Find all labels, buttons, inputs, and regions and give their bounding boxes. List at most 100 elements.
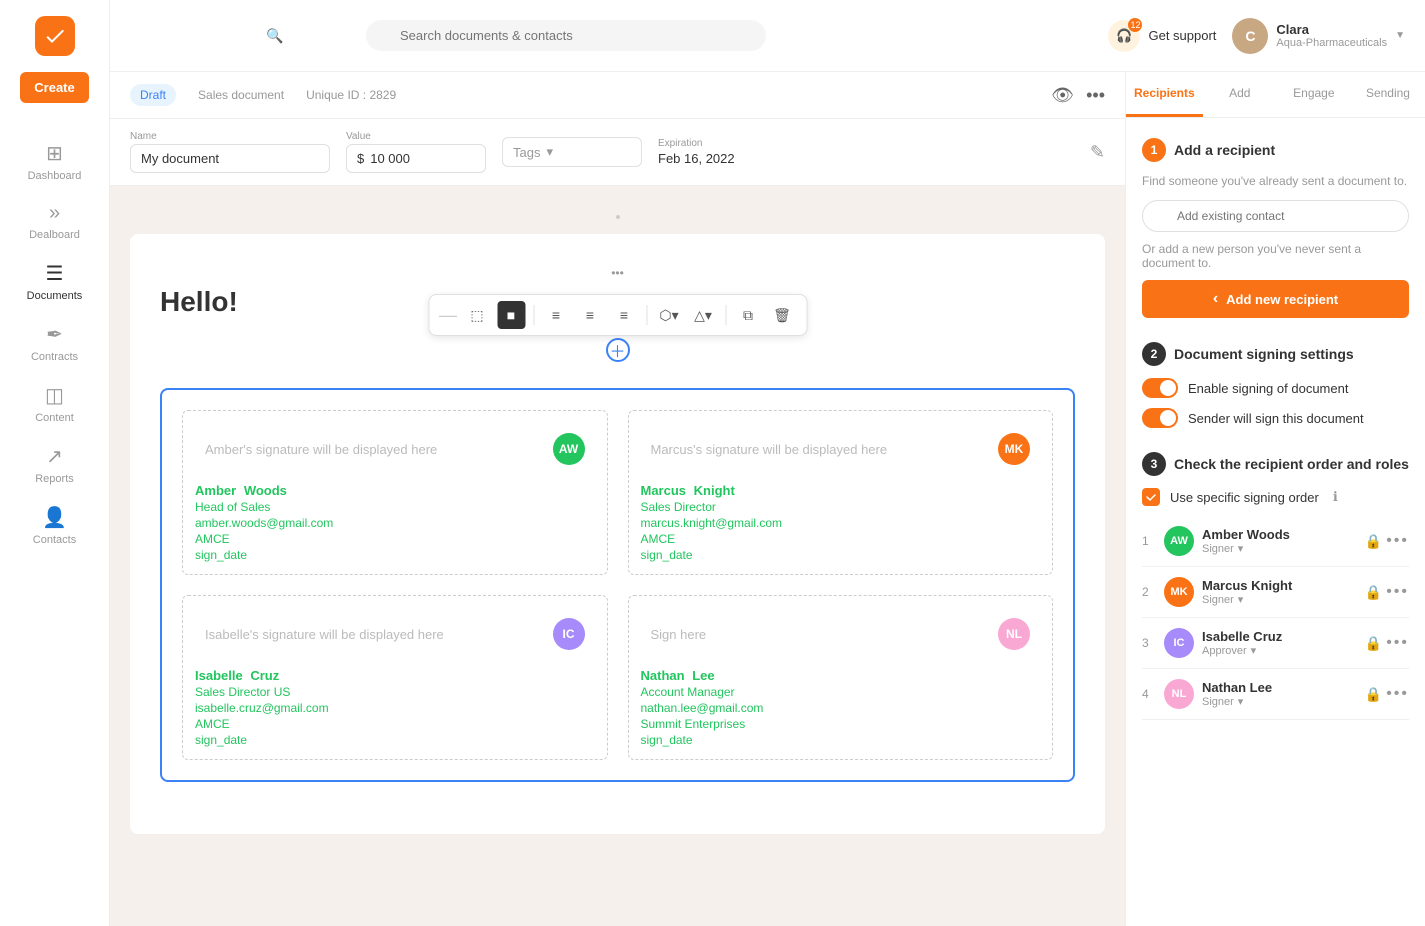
tags-field-group: Tags ▾ bbox=[502, 137, 642, 167]
support-button[interactable]: 🎧 12 Get support bbox=[1108, 20, 1216, 52]
section-signing-settings: 2 Document signing settings Enable signi… bbox=[1142, 342, 1409, 428]
search-input[interactable] bbox=[366, 20, 766, 51]
copy-tool[interactable]: ⧉ bbox=[734, 301, 762, 329]
sidebar-item-dashboard[interactable]: ⊞ Dashboard bbox=[0, 131, 109, 192]
sidebar-item-documents[interactable]: ☰ Documents bbox=[0, 251, 109, 312]
sig-company-ic: AMCE bbox=[195, 717, 595, 731]
sidebar-item-contacts[interactable]: 👤 Contacts bbox=[0, 495, 109, 556]
section-1-header: 1 Add a recipient bbox=[1142, 138, 1409, 162]
sig-role-nl: Account Manager bbox=[641, 685, 1041, 699]
recipient-num-2: 2 bbox=[1142, 585, 1156, 599]
tab-draft[interactable]: Draft bbox=[130, 84, 176, 106]
document-canvas: ••• — ⬚ ■ ≡ ≡ ≡ ⬡▾ △▾ bbox=[110, 186, 1125, 926]
sidebar-item-label: Documents bbox=[27, 290, 83, 302]
content-icon: ◫ bbox=[45, 383, 64, 408]
tab-sales-document[interactable]: Sales document bbox=[188, 84, 294, 106]
sig-role-aw: Head of Sales bbox=[195, 500, 595, 514]
document-fields: Name Value $ 10 000 Tags ▾ bbox=[110, 119, 1125, 186]
value-input[interactable]: $ 10 000 bbox=[346, 144, 486, 173]
section-3-title: Check the recipient order and roles bbox=[1174, 456, 1409, 472]
sig-company-mk: AMCE bbox=[641, 532, 1041, 546]
lock-icon-ic[interactable]: 🔒 bbox=[1365, 635, 1382, 652]
tags-input[interactable]: Tags ▾ bbox=[502, 137, 642, 167]
value-label: Value bbox=[346, 131, 486, 142]
enable-signing-toggle[interactable] bbox=[1142, 378, 1178, 398]
create-button[interactable]: Create bbox=[20, 72, 88, 103]
expiration-value: Feb 16, 2022 bbox=[658, 151, 735, 166]
sig-date-nl: sign_date bbox=[641, 733, 1041, 747]
section-2-num: 2 bbox=[1142, 342, 1166, 366]
section-2-title: Document signing settings bbox=[1174, 346, 1354, 362]
more-icon-aw[interactable]: ••• bbox=[1386, 532, 1409, 550]
user-avatar: C bbox=[1232, 18, 1268, 54]
recipient-item-nl: 4 NL Nathan Lee Signer ▾ 🔒 bbox=[1142, 669, 1409, 720]
sig-placeholder-ic: Isabelle's signature will be displayed h… bbox=[195, 608, 595, 660]
add-recipient-label: Add new recipient bbox=[1226, 292, 1338, 307]
tab-add[interactable]: Add bbox=[1203, 72, 1277, 117]
recipient-num-3: 3 bbox=[1142, 636, 1156, 650]
section-3-header: 3 Check the recipient order and roles bbox=[1142, 452, 1409, 476]
recipient-actions-aw: 🔒 ••• bbox=[1365, 532, 1409, 550]
currency-symbol: $ bbox=[357, 151, 364, 166]
tab-recipients[interactable]: Recipients bbox=[1126, 72, 1203, 117]
signature-box-ic: Isabelle's signature will be displayed h… bbox=[182, 595, 608, 760]
sig-name-aw: Amber Woods bbox=[195, 483, 595, 498]
eye-icon[interactable]: 👁 bbox=[1051, 85, 1074, 106]
signature-box-nl: Sign here NL Nathan Lee Account Manager … bbox=[628, 595, 1054, 760]
recipient-item-ic: 3 IC Isabelle Cruz Approver ▾ 🔒 bbox=[1142, 618, 1409, 669]
add-existing-contact-input[interactable] bbox=[1142, 200, 1409, 232]
signing-order-row: Use specific signing order ℹ bbox=[1142, 488, 1409, 506]
edit-icon[interactable]: ✎ bbox=[1090, 142, 1105, 163]
user-menu[interactable]: C Clara Aqua-Pharmaceuticals ▼ bbox=[1232, 18, 1405, 54]
name-input[interactable] bbox=[130, 144, 330, 173]
align-left[interactable]: ≡ bbox=[542, 301, 570, 329]
sig-placeholder-mk: Marcus's signature will be displayed her… bbox=[641, 423, 1041, 475]
signing-order-checkbox[interactable] bbox=[1142, 488, 1160, 506]
more-icon-nl[interactable]: ••• bbox=[1386, 685, 1409, 703]
sidebar-item-dealboard[interactable]: » Dealboard bbox=[0, 192, 109, 251]
align-right[interactable]: ≡ bbox=[610, 301, 638, 329]
signing-order-label: Use specific signing order bbox=[1170, 490, 1319, 505]
sidebar: Create ⊞ Dashboard » Dealboard ☰ Documen… bbox=[0, 0, 110, 926]
shape-tool[interactable]: △▾ bbox=[689, 301, 717, 329]
sidebar-item-contracts[interactable]: ✒ Contracts bbox=[0, 312, 109, 373]
separator-3 bbox=[725, 305, 726, 325]
more-icon-mk[interactable]: ••• bbox=[1386, 583, 1409, 601]
tab-engage[interactable]: Engage bbox=[1277, 72, 1351, 117]
name-field-group: Name bbox=[130, 131, 330, 173]
block-tool[interactable]: ■ bbox=[497, 301, 525, 329]
chevron-down-icon: ▾ bbox=[1238, 695, 1244, 708]
recipient-role-nl[interactable]: Signer ▾ bbox=[1202, 695, 1357, 708]
toggle-sender-sign: Sender will sign this document bbox=[1142, 408, 1409, 428]
sidebar-item-content[interactable]: ◫ Content bbox=[0, 373, 109, 434]
more-icon-ic[interactable]: ••• bbox=[1386, 634, 1409, 652]
sender-sign-label: Sender will sign this document bbox=[1188, 411, 1364, 426]
color-tool[interactable]: ⬡▾ bbox=[655, 301, 683, 329]
document-page: ••• — ⬚ ■ ≡ ≡ ≡ ⬡▾ △▾ bbox=[130, 234, 1105, 834]
delete-tool[interactable]: 🗑 bbox=[768, 301, 796, 329]
minus-icon[interactable]: — bbox=[439, 305, 457, 326]
lock-icon-aw[interactable]: 🔒 bbox=[1365, 533, 1382, 550]
align-center[interactable]: ≡ bbox=[576, 301, 604, 329]
add-row-button[interactable]: ＋ bbox=[606, 338, 630, 362]
add-new-recipient-button[interactable]: ‹ Add new recipient bbox=[1142, 280, 1409, 318]
recipient-role-ic[interactable]: Approver ▾ bbox=[1202, 644, 1357, 657]
or-text: Or add a new person you've never sent a … bbox=[1142, 242, 1409, 270]
right-panel: Recipients Add Engage Sending 1 Add a re… bbox=[1125, 72, 1425, 926]
sender-sign-toggle[interactable] bbox=[1142, 408, 1178, 428]
lock-icon-mk[interactable]: 🔒 bbox=[1365, 584, 1382, 601]
user-name: Clara bbox=[1276, 22, 1387, 37]
info-icon[interactable]: ℹ bbox=[1333, 489, 1338, 505]
more-icon[interactable]: ••• bbox=[1086, 85, 1105, 106]
dealboard-icon: » bbox=[49, 202, 60, 225]
recipient-role-mk[interactable]: Signer ▾ bbox=[1202, 593, 1357, 606]
signature-box-aw: Amber's signature will be displayed here… bbox=[182, 410, 608, 575]
recipient-actions-mk: 🔒 ••• bbox=[1365, 583, 1409, 601]
recipient-role-aw[interactable]: Signer ▾ bbox=[1202, 542, 1357, 555]
tab-sending[interactable]: Sending bbox=[1351, 72, 1425, 117]
lock-icon-nl[interactable]: 🔒 bbox=[1365, 686, 1382, 703]
selection-tool[interactable]: ⬚ bbox=[463, 301, 491, 329]
chevron-down-icon: ▾ bbox=[1251, 644, 1257, 657]
sidebar-item-reports[interactable]: ↗ Reports bbox=[0, 434, 109, 495]
user-company: Aqua-Pharmaceuticals bbox=[1276, 37, 1387, 49]
